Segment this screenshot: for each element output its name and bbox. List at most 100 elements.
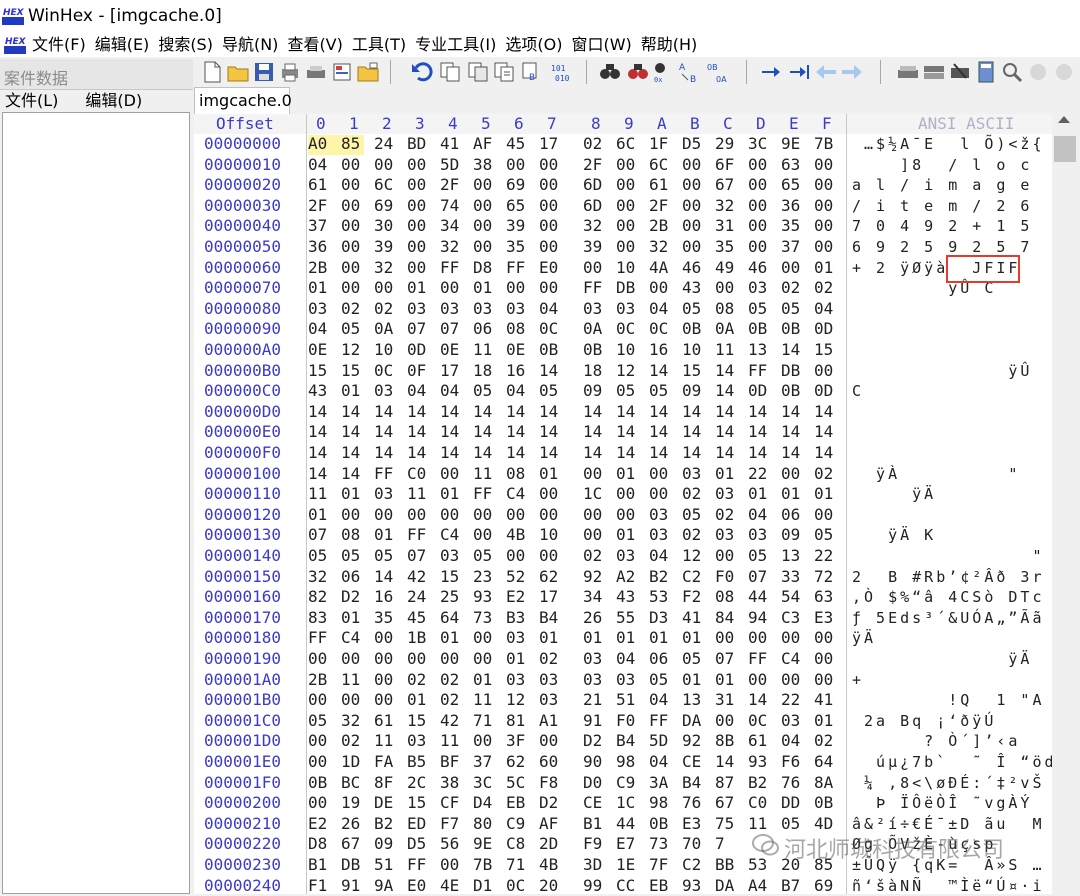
ascii-text[interactable]: ]8 / l o c — [852, 156, 1045, 174]
hex-byte[interactable]: 00 — [506, 278, 525, 297]
hex-byte[interactable]: 16 — [506, 361, 525, 380]
hex-byte[interactable]: 16 — [374, 587, 393, 606]
hex-byte[interactable]: 14 — [682, 443, 701, 462]
hex-byte[interactable]: DB — [616, 278, 635, 297]
hex-byte[interactable]: 67 — [341, 834, 360, 853]
hex-byte[interactable]: 65 — [781, 175, 800, 194]
hex-byte[interactable]: 0C — [539, 319, 558, 338]
hex-byte[interactable]: 32 — [341, 711, 360, 730]
hex-byte[interactable]: 26 — [341, 814, 360, 833]
hex-byte[interactable]: 00 — [473, 505, 492, 524]
hex-byte[interactable]: 00 — [440, 505, 459, 524]
hex-byte[interactable]: 12 — [506, 690, 525, 709]
hex-byte[interactable]: 61 — [374, 711, 393, 730]
hex-byte[interactable]: 04 — [649, 752, 668, 771]
hex-byte[interactable]: 05 — [539, 381, 558, 400]
ascii-text[interactable] — [852, 506, 1045, 524]
hex-byte[interactable]: 00 — [341, 175, 360, 194]
hex-byte[interactable]: 00 — [374, 670, 393, 689]
hex-byte[interactable]: FF — [506, 258, 525, 277]
hex-byte[interactable]: C0 — [407, 464, 426, 483]
hex-byte[interactable]: 5D — [440, 155, 459, 174]
hex-byte[interactable]: 14 — [748, 690, 767, 709]
hex-byte[interactable]: FF — [440, 258, 459, 277]
hex-byte[interactable]: 29 — [715, 134, 734, 153]
hex-byte[interactable]: 35 — [506, 237, 525, 256]
hex-byte[interactable]: FF — [308, 628, 327, 647]
hex-byte[interactable]: D4 — [473, 793, 492, 812]
hex-byte[interactable]: DE — [374, 793, 393, 812]
hex-byte[interactable]: 00 — [583, 258, 602, 277]
hex-byte[interactable]: 00 — [814, 628, 833, 647]
hex-byte[interactable]: 14 — [308, 464, 327, 483]
hex-byte[interactable]: 2F — [440, 175, 459, 194]
hex-byte[interactable]: 00 — [473, 237, 492, 256]
hex-byte[interactable]: 03 — [374, 484, 393, 503]
hex-byte[interactable]: 31 — [715, 216, 734, 235]
copy-icon[interactable] — [438, 60, 462, 84]
hex-byte[interactable]: 0B — [649, 814, 668, 833]
ascii-text[interactable]: 2a Bq ¡‘ðÿÚ — [852, 712, 1045, 730]
hex-byte[interactable]: 06 — [649, 649, 668, 668]
hex-byte[interactable]: 00 — [748, 628, 767, 647]
hex-byte[interactable]: 03 — [374, 381, 393, 400]
hex-byte[interactable]: 56 — [440, 834, 459, 853]
hex-byte[interactable]: D5 — [682, 134, 701, 153]
hex-byte[interactable]: 15 — [407, 793, 426, 812]
ascii-text[interactable]: ÿÄ — [852, 629, 1045, 647]
hex-byte[interactable]: 05 — [781, 299, 800, 318]
hex-byte[interactable]: 04 — [506, 381, 525, 400]
hex-byte[interactable]: 0B — [781, 319, 800, 338]
hex-byte[interactable]: 00 — [473, 525, 492, 544]
hex-byte[interactable]: 14 — [748, 422, 767, 441]
move-block-icon[interactable] — [788, 60, 812, 84]
hex-byte[interactable]: 44 — [616, 814, 635, 833]
hex-byte[interactable]: 14 — [583, 402, 602, 421]
hex-byte[interactable]: 14 — [407, 443, 426, 462]
hex-byte[interactable]: 94 — [748, 608, 767, 627]
hex-byte[interactable]: A0 — [308, 134, 327, 153]
hex-byte[interactable]: 14 — [539, 361, 558, 380]
hex-byte[interactable]: 37 — [308, 216, 327, 235]
hex-byte[interactable]: D2 — [539, 793, 558, 812]
go-to-offset-icon[interactable] — [760, 60, 784, 84]
hex-byte[interactable]: 00 — [814, 237, 833, 256]
hex-byte[interactable]: 05 — [473, 546, 492, 565]
ascii-text[interactable]: ? Ò´]’‹a — [852, 732, 1045, 750]
ascii-text[interactable] — [852, 444, 1045, 462]
hex-byte[interactable]: 02 — [814, 464, 833, 483]
menu-options[interactable]: 选项(O) — [505, 33, 562, 57]
hex-byte[interactable]: D8 — [473, 258, 492, 277]
hex-byte[interactable]: FF — [473, 484, 492, 503]
hex-byte[interactable]: 00 — [341, 216, 360, 235]
hex-byte[interactable]: 00 — [374, 690, 393, 709]
hex-byte[interactable]: 4E — [440, 876, 459, 895]
open-ram-icon[interactable] — [922, 60, 946, 84]
open-folder-icon[interactable] — [226, 60, 250, 84]
hex-byte[interactable]: F6 — [781, 752, 800, 771]
hex-byte[interactable]: 93 — [748, 752, 767, 771]
undo-icon[interactable] — [410, 60, 434, 84]
hex-byte[interactable]: 14 — [473, 422, 492, 441]
hex-byte[interactable]: 39 — [583, 237, 602, 256]
hex-byte[interactable]: 00 — [473, 731, 492, 750]
ascii-text[interactable]: " — [852, 547, 1045, 565]
hex-byte[interactable]: 2F — [583, 155, 602, 174]
hex-byte[interactable]: 14 — [715, 752, 734, 771]
hex-byte[interactable]: DA — [682, 711, 701, 730]
hex-byte[interactable]: 0E — [440, 340, 459, 359]
hex-byte[interactable]: 03 — [506, 299, 525, 318]
hex-byte[interactable]: 8A — [814, 773, 833, 792]
hex-byte[interactable]: 00 — [539, 505, 558, 524]
hex-byte[interactable]: 14 — [715, 361, 734, 380]
hex-byte[interactable]: 0D — [407, 340, 426, 359]
hex-byte[interactable]: A4 — [748, 876, 767, 895]
hex-byte[interactable]: C9 — [616, 773, 635, 792]
print-icon[interactable] — [278, 60, 302, 84]
hex-byte[interactable]: 14 — [308, 422, 327, 441]
hex-byte[interactable]: 00 — [715, 546, 734, 565]
hex-byte[interactable]: B1 — [583, 814, 602, 833]
ascii-text[interactable]: C — [852, 382, 1045, 400]
hex-byte[interactable]: 0B — [682, 319, 701, 338]
hex-byte[interactable]: 00 — [374, 649, 393, 668]
